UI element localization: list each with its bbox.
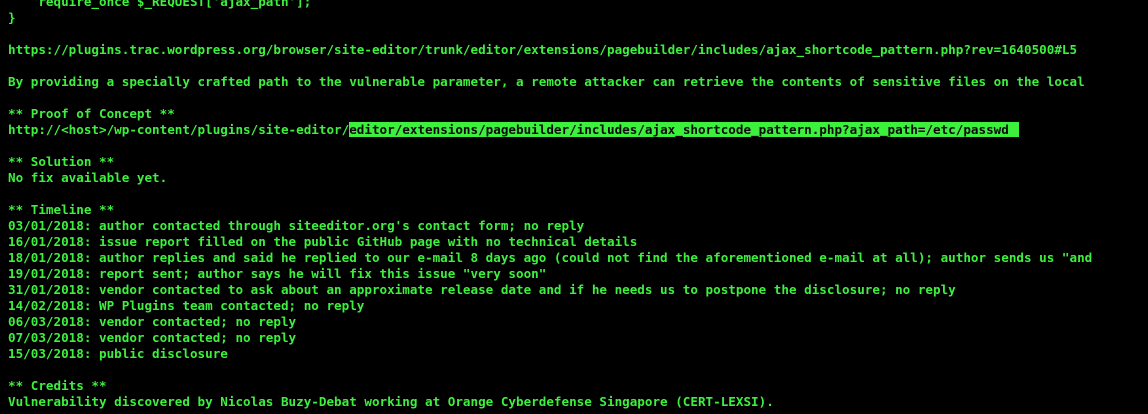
terminal-window: require_once $_REQUEST['ajax_path']; } h… [0,0,1148,414]
timeline-item: 03/01/2018: author contacted through sit… [8,218,585,233]
poc-url-selection[interactable]: editor/extensions/pagebuilder/includes/a… [349,122,1019,137]
code-line: require_once $_REQUEST['ajax_path']; [8,0,312,9]
timeline-item: 06/03/2018: vendor contacted; no reply [8,314,297,329]
credits-header: ** Credits ** [8,378,107,393]
timeline-item: 18/01/2018: author replies and said he r… [8,250,1093,265]
timeline-item: 16/01/2018: issue report filled on the p… [8,234,638,249]
timeline-header: ** Timeline ** [8,202,115,217]
timeline-item: 14/02/2018: WP Plugins team contacted; n… [8,298,365,313]
timeline-item: 19/01/2018: report sent; author says he … [8,266,547,281]
description-text: By providing a specially crafted path to… [8,74,1085,89]
solution-header: ** Solution ** [8,154,115,169]
timeline-item: 31/01/2018: vendor contacted to ask abou… [8,282,956,297]
poc-url[interactable]: http://<host>/wp-content/plugins/site-ed… [8,122,1019,138]
timeline-item: 07/03/2018: vendor contacted; no reply [8,330,297,345]
timeline-item: 15/03/2018: public disclosure [8,346,228,361]
closing-brace: } [8,10,16,25]
credits-text: Vulnerability discovered by Nicolas Buzy… [8,394,774,409]
poc-url-prefix: http://<host>/wp-content/plugins/site-ed… [8,122,350,137]
source-url-link[interactable]: https://plugins.trac.wordpress.org/brows… [8,42,1077,58]
poc-header: ** Proof of Concept ** [8,106,175,121]
solution-text: No fix available yet. [8,170,168,185]
